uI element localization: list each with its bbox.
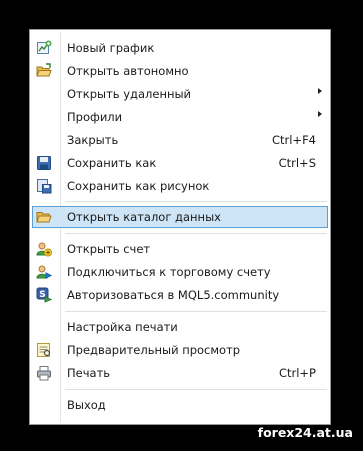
menu-item-label: Подключиться к торговому счету: [67, 265, 271, 279]
menu-item-profiles[interactable]: Профили: [32, 106, 328, 128]
menu-item-label: Выход: [67, 398, 106, 412]
menu-item-label: Настройка печати: [67, 320, 178, 334]
menu-item-connect-trade-account[interactable]: Подключиться к торговому счету: [32, 261, 328, 283]
open-folder-icon: [36, 209, 52, 225]
menu-item-shortcut: Ctrl+F4: [271, 133, 316, 147]
connect-account-user-icon: [36, 264, 52, 280]
menu-item-save-as[interactable]: Сохранить как Ctrl+S: [32, 152, 328, 174]
menu-item-label: Открыть счет: [67, 242, 151, 256]
menu-item-label: Открыть автономно: [67, 64, 189, 78]
menu-item-save-as-picture[interactable]: Сохранить как рисунок: [32, 175, 328, 197]
menu-item-label: Сохранить как: [67, 156, 157, 170]
menu-item-label: Профили: [67, 110, 123, 124]
menu-item-print-preview[interactable]: Предварительный просмотр: [32, 339, 328, 361]
print-preview-icon: [36, 342, 52, 358]
submenu-arrow-icon: [318, 111, 322, 117]
menu-item-print-setup[interactable]: Настройка печати: [32, 316, 328, 338]
menu-separator: [65, 233, 327, 234]
mql5-login-icon: S: [36, 287, 52, 303]
new-chart-icon: [36, 40, 52, 56]
open-account-user-icon: [36, 241, 52, 257]
save-picture-icon: [36, 178, 52, 194]
menu-separator: [65, 311, 327, 312]
file-context-menu: Новый график Открыть автономно Открыть у…: [29, 29, 331, 425]
menu-item-label: Открыть удаленный: [67, 87, 192, 101]
menu-item-open-offline[interactable]: Открыть автономно: [32, 60, 328, 82]
menu-item-label: Закрыть: [67, 133, 119, 147]
open-offline-folder-icon: [36, 63, 52, 79]
menu-item-new-chart[interactable]: Новый график: [32, 37, 328, 59]
save-disk-icon: [36, 155, 52, 171]
menu-separator: [65, 201, 327, 202]
menu-item-shortcut: Ctrl+S: [278, 156, 316, 170]
menu-item-label: Печать: [67, 366, 111, 380]
watermark: forex24.at.ua: [257, 425, 353, 440]
menu-item-exit[interactable]: Выход: [32, 394, 328, 416]
menu-item-label: Предварительный просмотр: [67, 343, 241, 357]
menu-item-open-data-folder[interactable]: Открыть каталог данных: [32, 206, 328, 228]
menu-item-shortcut: Ctrl+P: [278, 366, 316, 380]
menu-item-open-remote[interactable]: Открыть удаленный: [32, 83, 328, 105]
menu-item-label: Сохранить как рисунок: [67, 179, 210, 193]
menu-item-open-account[interactable]: Открыть счет: [32, 238, 328, 260]
menu-item-label: Авторизоваться в MQL5.community: [67, 288, 280, 302]
submenu-arrow-icon: [318, 88, 322, 94]
menu-item-mql5-login[interactable]: S Авторизоваться в MQL5.community: [32, 284, 328, 306]
menu-item-print[interactable]: Печать Ctrl+P: [32, 362, 328, 384]
printer-icon: [36, 365, 52, 381]
menu-item-label: Новый график: [67, 41, 155, 55]
menu-separator: [65, 389, 327, 390]
menu-item-label: Открыть каталог данных: [67, 210, 221, 224]
menu-item-close[interactable]: Закрыть Ctrl+F4: [32, 129, 328, 151]
